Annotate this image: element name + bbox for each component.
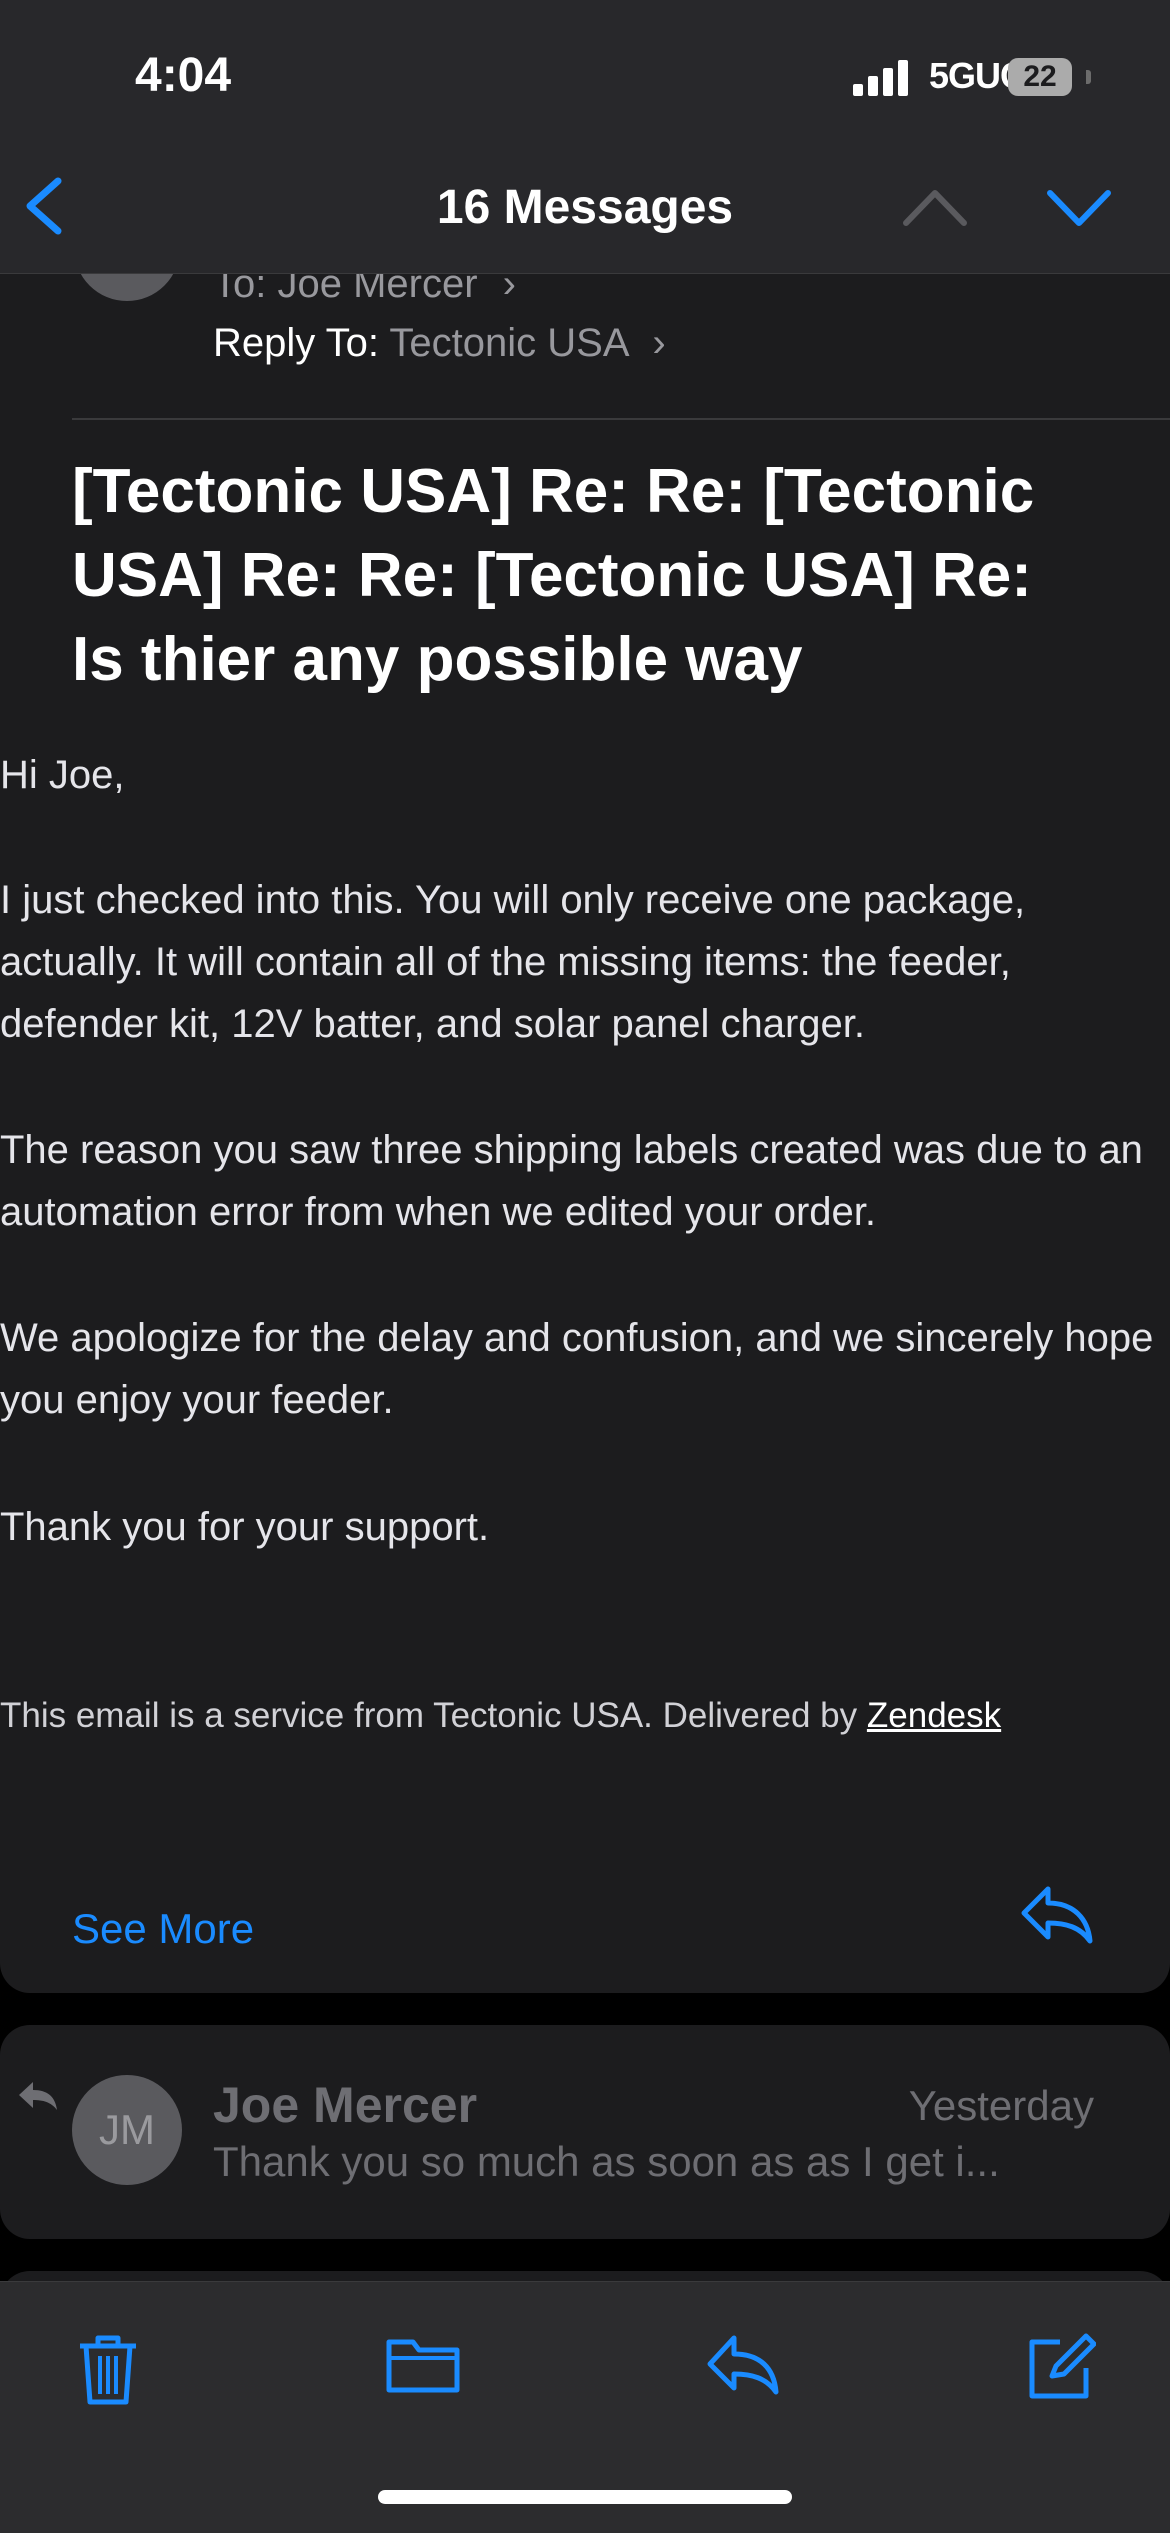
reply-to-value[interactable]: Tectonic USA xyxy=(389,321,627,365)
zendesk-link[interactable]: Zendesk xyxy=(867,1696,1001,1735)
reply-to-label: Reply To: xyxy=(213,321,380,365)
reply-to-row[interactable]: Reply To: Tectonic USA › xyxy=(213,321,666,366)
trash-icon[interactable] xyxy=(76,2332,140,2413)
body-paragraph: Thank you for your support. xyxy=(0,1505,490,1549)
sender-name: Joe Mercer xyxy=(213,2077,478,2133)
message-snippet: Thank you so much as soon as as I get i.… xyxy=(213,2138,1000,2185)
body-paragraph: The reason you saw three shipping labels… xyxy=(0,1128,1143,1234)
cellular-signal-icon xyxy=(853,60,913,101)
see-more-button[interactable]: See More xyxy=(72,1905,254,1953)
chevron-down-icon[interactable] xyxy=(1044,185,1114,234)
folder-icon[interactable] xyxy=(385,2332,461,2401)
battery-tip xyxy=(1086,70,1091,84)
body-paragraph: We apologize for the delay and confusion… xyxy=(0,1316,1154,1422)
message-date: Yesterday xyxy=(908,2082,1094,2129)
chevron-up-icon[interactable] xyxy=(900,185,970,234)
email-subject: [Tectonic USA] Re: Re: [Tectonic USA] Re… xyxy=(72,457,1035,694)
reply-icon[interactable] xyxy=(704,2332,780,2401)
footer-text: This email is a service from Tectonic US… xyxy=(0,1696,858,1735)
divider xyxy=(72,418,1170,420)
replied-indicator-icon xyxy=(15,2078,59,2119)
body-paragraph: I just checked into this. You will only … xyxy=(0,878,1026,1046)
home-indicator[interactable] xyxy=(378,2490,792,2504)
reply-icon[interactable] xyxy=(1018,1883,1094,1950)
chevron-right-icon: › xyxy=(652,321,666,365)
avatar: JM xyxy=(72,2075,182,2185)
compose-icon[interactable] xyxy=(1024,2332,1097,2409)
navigation-bar: 4:04 5GUC 22 16 Messages xyxy=(0,0,1170,274)
body-paragraph: Hi Joe, xyxy=(0,753,125,797)
status-time: 4:04 xyxy=(135,49,232,102)
battery-icon: 22 xyxy=(1008,58,1072,96)
email-footer: This email is a service from Tectonic US… xyxy=(0,1696,1001,1736)
page-title: 16 Messages xyxy=(436,181,734,234)
